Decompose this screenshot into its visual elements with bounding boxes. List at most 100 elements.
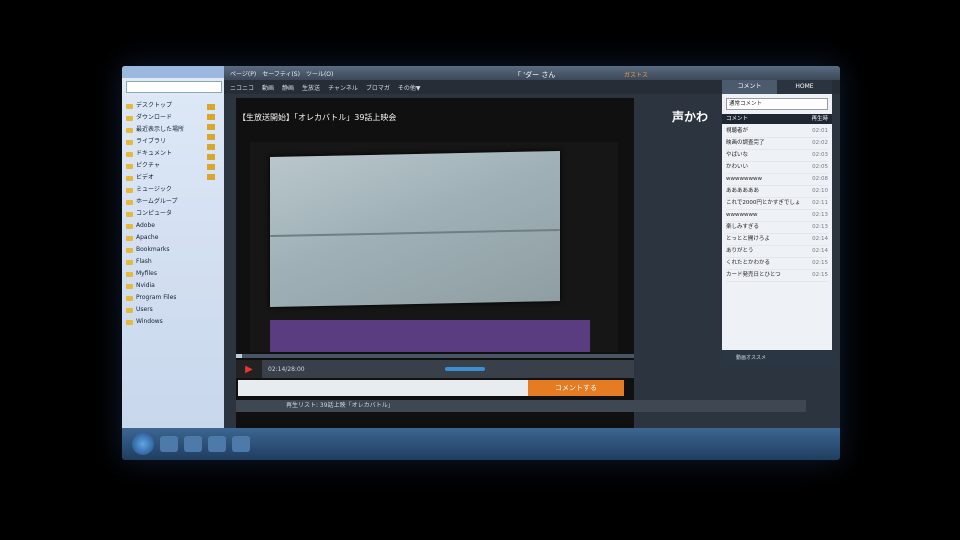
file-icon[interactable] (207, 154, 215, 160)
comment-header: コメント 再生時 (722, 114, 832, 124)
user-name: 「 'ダー さん (514, 71, 556, 79)
explorer-tree-item[interactable]: Bookmarks (126, 244, 196, 256)
comment-text: とっとと開けろよ (726, 236, 770, 242)
menu-item[interactable]: チャンネル (328, 83, 358, 92)
menu-item[interactable]: ニコニコ (230, 83, 254, 92)
comment-row[interactable]: くれたとかわかる 02:15 (726, 258, 828, 270)
menu-item[interactable]: ページ(P) (230, 69, 256, 78)
explorer-tree-item[interactable]: ミュージック (126, 184, 196, 196)
explorer-tree-item[interactable]: ピクチャ (126, 160, 196, 172)
comment-filter[interactable]: 通常コメント (726, 98, 828, 110)
explorer-title-bar (122, 66, 226, 78)
explorer-tree: デスクトップ ダウンロード最近表示した場所 ライブラリドキュメントピクチャ ビデオ ミュ… (126, 100, 196, 328)
time-display: 02:14/28:00 (268, 365, 305, 373)
explorer-tree-item[interactable]: ドキュメント (126, 148, 196, 160)
file-icon[interactable] (207, 144, 215, 150)
browser-icon[interactable] (184, 436, 202, 452)
video-frame[interactable] (250, 142, 618, 352)
comment-text: ありがとう (726, 248, 754, 254)
media-icon[interactable] (208, 436, 226, 452)
file-icon[interactable] (207, 114, 215, 120)
file-icon[interactable] (207, 174, 215, 180)
comment-row[interactable]: 視聴者が 02:01 (726, 126, 828, 138)
recommend-bar[interactable]: 動画オススメ (722, 350, 834, 366)
explorer-tree-item[interactable]: ダウンロード (126, 112, 196, 124)
folder-icon (126, 127, 133, 133)
explorer-tree-item[interactable]: Windows (126, 316, 196, 328)
volume-slider[interactable] (444, 367, 485, 371)
explorer-tree-item[interactable]: Adobe (126, 220, 196, 232)
comment-row[interactable]: やばいな 02:03 (726, 150, 828, 162)
start-icon[interactable] (132, 433, 154, 455)
comment-row[interactable]: とっとと開けろよ 02:14 (726, 234, 828, 246)
explorer-tree-item[interactable]: Flash (126, 256, 196, 268)
folder-icon (126, 211, 133, 217)
comment-input[interactable] (238, 380, 528, 396)
explorer-path[interactable] (126, 81, 222, 93)
comment-row[interactable]: 映画の調査完了 02:02 (726, 138, 828, 150)
folder-icon (126, 247, 133, 253)
comment-text: wwwwwww (726, 212, 758, 218)
comment-row[interactable]: かわいい 02:05 (726, 162, 828, 174)
explorer-tree-item[interactable]: コンピュータ (126, 208, 196, 220)
browser-window: ページ(P) セーフティ(S) ツール(O) ニコニコ 動画 静画 生放送 チャンネル ブロマ… (224, 66, 840, 428)
explorer-tree-label: Windows (136, 318, 163, 325)
file-icon[interactable] (207, 124, 215, 130)
tab-home[interactable]: HOME (777, 80, 832, 94)
player-controls: ▶ 02:14/28:00 (236, 360, 634, 378)
menu-item[interactable]: セーフティ(S) (262, 69, 300, 78)
folder-icon[interactable] (160, 436, 178, 452)
file-icon[interactable] (207, 134, 215, 140)
menu-item[interactable]: 静画 (282, 83, 294, 92)
comment-row[interactable]: wwwwwwww 02:08 (726, 174, 828, 186)
explorer-tree-label: ライブラリ (136, 138, 167, 145)
explorer-tree-item[interactable]: Apache (126, 232, 196, 244)
seek-bar[interactable] (236, 354, 634, 358)
folder-icon (126, 283, 133, 289)
menu-item[interactable]: 生放送 (302, 83, 320, 92)
comment-time: 02:08 (812, 176, 828, 182)
explorer-tree-item[interactable]: Nvidia (126, 280, 196, 292)
comment-row[interactable]: ありがとう 02:14 (726, 246, 828, 258)
video-player: 【生放送開始】「オレカバトル」39話上映会 ▶ 02:14/28:00 コメント… (236, 98, 634, 428)
folder-icon (126, 223, 133, 229)
app-icon[interactable] (232, 436, 250, 452)
file-icon[interactable] (207, 104, 215, 110)
explorer-tree-label: ドキュメント (136, 150, 173, 157)
explorer-tree-label: Adobe (136, 222, 155, 229)
comment-row[interactable]: 楽しみすぎる 02:13 (726, 222, 828, 234)
explorer-tree-item[interactable]: ホームグループ (126, 196, 196, 208)
comment-row[interactable]: これで2000円とかすぎでしょ 02:11 (726, 198, 828, 210)
comment-row[interactable]: ああああああ 02:10 (726, 186, 828, 198)
menu-item[interactable]: ツール(O) (306, 69, 333, 78)
menu-item[interactable]: その他▼ (398, 83, 421, 92)
explorer-tree-item[interactable]: Users (126, 304, 196, 316)
explorer-tree-label: コンピュータ (136, 210, 173, 217)
comment-row[interactable]: wwwwwww 02:13 (726, 210, 828, 222)
comment-time: 02:02 (812, 140, 828, 146)
orange-text[interactable]: ガストス (624, 70, 648, 79)
folder-icon (126, 187, 133, 193)
comment-submit-button[interactable]: コメントする (528, 380, 624, 396)
file-icon[interactable] (207, 164, 215, 170)
comment-panel: コメント HOME 通常コメント コメント 再生時 視聴者が 02:01 映画の調査… (722, 80, 832, 366)
comment-time: 02:15 (812, 260, 828, 266)
tab-comment[interactable]: コメント (722, 80, 777, 94)
folder-icon (126, 235, 133, 241)
explorer-tree-label: 最近表示した場所 (136, 126, 185, 133)
explorer-tree-item[interactable]: 最近表示した場所 (126, 124, 196, 136)
explorer-tree-item[interactable]: ライブラリ (126, 136, 196, 148)
explorer-tree-item[interactable]: Myfiles (126, 268, 196, 280)
comment-row[interactable]: カード発売日とひとつ 02:15 (726, 270, 828, 282)
comment-time: 02:13 (812, 212, 828, 218)
folder-icon (126, 271, 133, 277)
explorer-tree-item[interactable]: ビデオ (126, 172, 196, 184)
play-icon[interactable]: ▶ (236, 360, 262, 378)
comment-text: くれたとかわかる (726, 260, 771, 266)
explorer-tree-item[interactable]: Program Files (126, 292, 196, 304)
explorer-tree-label: Nvidia (136, 282, 155, 289)
explorer-tree-label: Bookmarks (136, 246, 170, 253)
menu-item[interactable]: 動画 (262, 83, 274, 92)
menu-item[interactable]: ブロマガ (366, 83, 390, 92)
explorer-tree-item[interactable]: デスクトップ (126, 100, 196, 112)
